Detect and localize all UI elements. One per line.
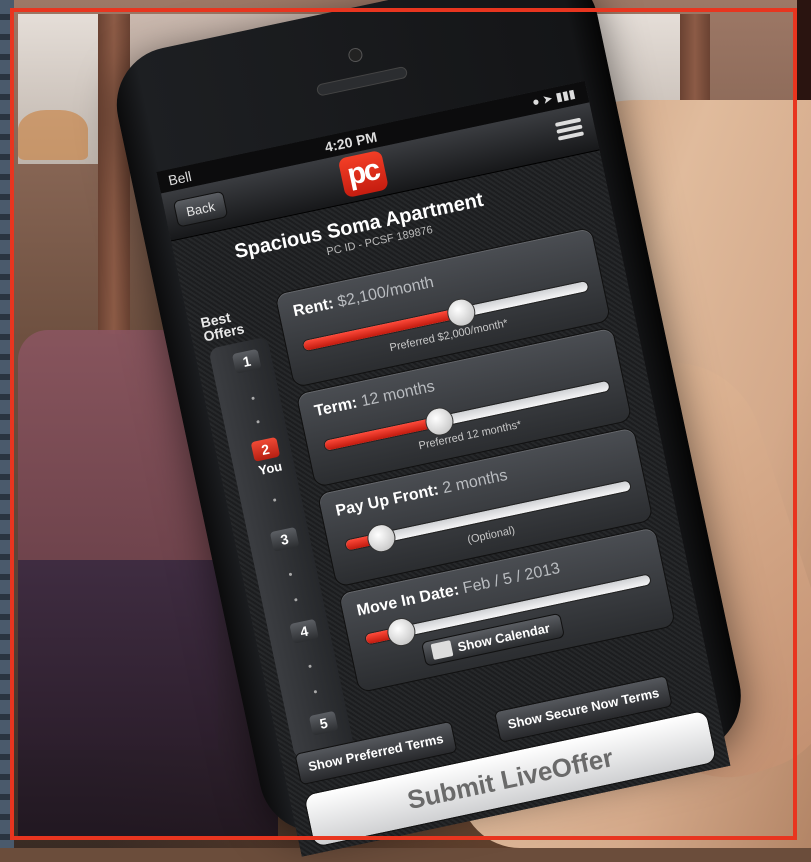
term-label: Term: 12 months xyxy=(313,378,437,421)
slider-label: Term: xyxy=(312,394,359,421)
offer-rank-1[interactable]: 1 xyxy=(231,348,262,374)
calendar-icon xyxy=(430,640,454,660)
app-logo: pc xyxy=(337,149,390,199)
building-edge xyxy=(0,0,14,848)
carrier-name: Bell xyxy=(166,167,193,189)
ladder-dot xyxy=(288,572,293,577)
rent-label: Rent: $2,100/month xyxy=(292,274,436,321)
menu-icon[interactable] xyxy=(554,115,585,144)
earpiece-speaker xyxy=(315,65,409,97)
best-offers-heading: Best Offers xyxy=(199,308,246,345)
slider-knob[interactable] xyxy=(384,615,418,649)
lamp xyxy=(18,110,88,160)
slider-label: Move In Date: xyxy=(355,581,461,620)
ladder-dot xyxy=(308,664,312,669)
ladder-dot xyxy=(272,498,277,502)
slider-value: $2,100/month xyxy=(336,273,436,311)
you-label: You xyxy=(257,458,284,479)
slider-value: 2 months xyxy=(441,466,510,498)
offer-rank-5[interactable]: 5 xyxy=(308,710,339,736)
show-calendar-label: Show Calendar xyxy=(456,620,552,655)
slider-value: Feb / 5 / 2013 xyxy=(461,559,562,598)
offer-rank-4[interactable]: 4 xyxy=(289,618,319,644)
front-camera xyxy=(347,46,364,64)
ladder-dot xyxy=(294,598,298,602)
slider-label: Rent: xyxy=(291,295,336,321)
ladder-dot xyxy=(313,689,318,694)
ladder-dot xyxy=(256,420,260,424)
offer-rank-3[interactable]: 3 xyxy=(269,526,300,552)
offer-rank-2-you[interactable]: 2 xyxy=(250,436,281,462)
back-button[interactable]: Back xyxy=(172,190,229,228)
wall-pillar xyxy=(98,14,130,334)
slider-label: Pay Up Front: xyxy=(334,481,441,520)
slider-value: 12 months xyxy=(359,378,437,411)
ladder-dot xyxy=(251,396,255,401)
